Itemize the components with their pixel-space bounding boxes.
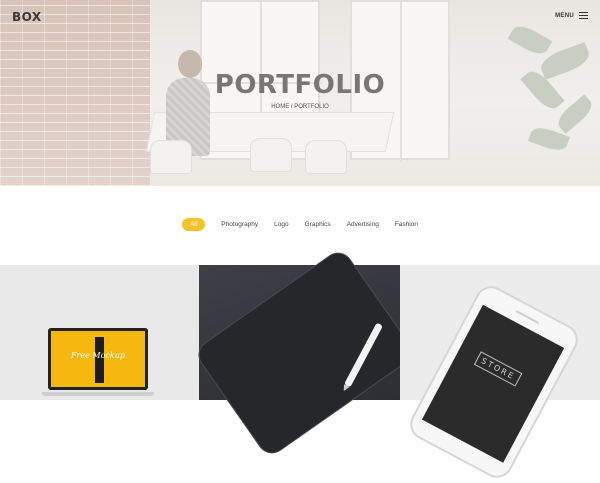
breadcrumb: HOME / PORTFOLIO: [0, 104, 600, 110]
menu-button[interactable]: MENU: [555, 12, 588, 19]
menu-label: MENU: [555, 12, 574, 19]
chair-background: [250, 138, 292, 172]
filter-graphics[interactable]: Graphics: [305, 218, 331, 231]
phone-speaker: [515, 310, 540, 325]
portfolio-item-laptop-mockup[interactable]: Free Mockup: [0, 265, 199, 400]
laptop-image: Free Mockup: [48, 328, 148, 390]
filter-logo[interactable]: Logo: [274, 218, 288, 231]
hamburger-icon: [579, 12, 588, 19]
chair-background: [150, 140, 192, 174]
hero-banner: BOX MENU PORTFOLIO HOME / PORTFOLIO: [0, 0, 600, 186]
page-title: PORTFOLIO: [214, 70, 386, 100]
filter-all[interactable]: All: [182, 218, 206, 231]
filter-advertising[interactable]: Advertising: [347, 218, 379, 231]
laptop-screen: Free Mockup: [51, 331, 145, 387]
portfolio-filter-bar: All Photography Logo Graphics Advertisin…: [0, 218, 600, 231]
site-logo[interactable]: BOX: [12, 10, 42, 24]
breadcrumb-current: PORTFOLIO: [294, 104, 329, 110]
filter-photography[interactable]: Photography: [221, 218, 258, 231]
plant-background: [500, 20, 600, 180]
chair-background: [305, 140, 347, 174]
phone-silhouette: [95, 337, 104, 383]
breadcrumb-separator: /: [290, 104, 293, 110]
laptop-base: [42, 392, 154, 396]
store-sign: STORE: [473, 351, 523, 387]
filter-fashion[interactable]: Fashion: [395, 218, 418, 231]
mockup-text: Free Mockup: [71, 351, 125, 360]
breadcrumb-home-link[interactable]: HOME: [271, 104, 289, 110]
